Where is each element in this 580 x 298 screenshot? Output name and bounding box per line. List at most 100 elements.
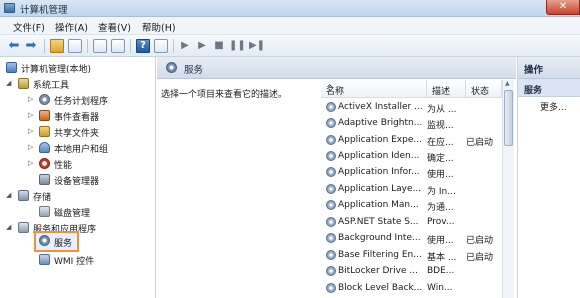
service-gear-icon [326, 217, 336, 227]
event-viewer-icon [39, 110, 50, 121]
tree-item-label: 共享文件夹 [54, 129, 100, 139]
menu-help[interactable]: 帮助(H) [142, 20, 176, 34]
service-gear-icon [326, 266, 336, 276]
collapsed-arrow-icon[interactable]: ▷ [28, 95, 36, 103]
service-row[interactable]: ASP.NET State S... Prov... [321, 214, 501, 230]
expanded-arrow-icon[interactable]: ◢ [6, 191, 14, 199]
service-row[interactable]: Application Expe... 在应... 已启动 [321, 132, 501, 148]
service-status: 已启动 [466, 138, 494, 148]
service-row[interactable]: Application Infor... 使用... [321, 164, 501, 180]
actions-section-services[interactable]: 服务 [518, 79, 580, 97]
column-header-status[interactable]: 状态 [466, 80, 502, 98]
properties-icon[interactable] [154, 39, 168, 53]
menu-file[interactable]: 文件(F) [13, 20, 45, 34]
service-name: ASP.NET State S... [338, 217, 419, 227]
more-actions-link[interactable]: 更多... [540, 100, 567, 113]
collapsed-arrow-icon[interactable]: ▷ [28, 143, 36, 151]
computer-management-icon [4, 3, 15, 13]
tree-item-label: 服务 [54, 239, 73, 249]
tree-item-label: 性能 [54, 161, 73, 171]
service-name: BitLocker Drive ... [338, 266, 418, 276]
service-row[interactable]: Block Level Back... Win... [321, 280, 501, 296]
service-description: 为通... [427, 203, 454, 213]
scrollbar-thumb[interactable] [504, 90, 513, 146]
service-name: Application Infor... [338, 167, 420, 177]
column-header-name[interactable]: 名称 ^ [321, 80, 427, 98]
service-row[interactable]: Background Inte... 使用... 已启动 [321, 230, 501, 246]
help-icon[interactable]: ? [136, 39, 150, 53]
service-row[interactable]: Application Laye... 为 In... [321, 181, 501, 197]
service-row[interactable]: Application Man... 为通... [321, 197, 501, 213]
service-name: Application Expe... [338, 135, 422, 145]
service-name: Adaptive Brightn... [338, 118, 423, 128]
toolbar-separator [44, 39, 45, 53]
expanded-arrow-icon[interactable]: ◢ [6, 223, 14, 231]
refresh-icon[interactable] [93, 39, 107, 53]
forward-arrow-icon[interactable]: ➡ [24, 39, 38, 53]
service-description: 基本 ... [427, 253, 457, 263]
collapsed-arrow-icon[interactable]: ▷ [28, 111, 36, 119]
pause-service-icon[interactable]: ❚❚ [229, 39, 246, 53]
computer-icon [6, 62, 17, 73]
actions-header: 操作 [518, 57, 580, 79]
service-name: ActiveX Installer ... [338, 102, 423, 112]
tree-item-label: 系统工具 [33, 81, 70, 91]
show-hide-tree-icon[interactable] [68, 39, 82, 53]
service-gear-icon [326, 233, 336, 243]
close-button[interactable]: ✕ [546, 0, 580, 15]
device-manager-icon [39, 174, 50, 185]
service-name: Base Filtering En... [338, 250, 422, 260]
service-description: 使用... [427, 236, 454, 246]
vertical-scrollbar[interactable]: ▲ [502, 80, 514, 298]
service-row[interactable]: ActiveX Installer ... 为从 ... [321, 99, 501, 115]
service-gear-icon [326, 250, 336, 260]
toolbar: ⬅ ➡ ? ▶ ▶ ■ ❚❚ ▶❚ [0, 35, 580, 57]
expanded-arrow-icon[interactable]: ◢ [6, 79, 14, 87]
restart-service-icon[interactable]: ▶❚ [248, 39, 266, 53]
service-description: Prov... [427, 217, 455, 227]
collapsed-arrow-icon[interactable]: ▷ [28, 127, 36, 135]
tree-item-label: 计算机管理(本地) [21, 65, 92, 75]
menu-action[interactable]: 操作(A) [55, 20, 88, 34]
tree-item-label: 磁盘管理 [54, 209, 91, 219]
toolbar-separator [87, 39, 88, 53]
service-name: Application Man... [338, 200, 419, 210]
service-name: Application Laye... [338, 184, 422, 194]
tree-item-services[interactable]: 服务 [34, 231, 79, 252]
tree-item-label: 存储 [33, 193, 52, 203]
scroll-up-icon[interactable]: ▲ [505, 80, 510, 87]
service-description: 在应... [427, 138, 454, 148]
actions-title: 操作 [524, 65, 544, 76]
clock-icon [39, 94, 50, 105]
performance-icon [39, 158, 50, 169]
service-row[interactable]: Application Iden... 确定... [321, 148, 501, 164]
column-header-desc[interactable]: 描述 [427, 80, 466, 98]
service-description: 为从 ... [427, 105, 457, 115]
export-list-icon[interactable] [111, 39, 125, 53]
back-arrow-icon[interactable]: ⬅ [7, 39, 21, 53]
up-folder-icon[interactable] [50, 39, 64, 53]
service-name: Application Iden... [338, 151, 420, 161]
service-row[interactable]: Base Filtering En... 基本 ... 已启动 [321, 247, 501, 263]
service-description: 确定... [427, 154, 454, 164]
gear-icon [39, 235, 50, 246]
service-row[interactable]: Adaptive Brightn... 监视... [321, 115, 501, 131]
description-text: 选择一个项目来查看它的描述。 [161, 90, 288, 100]
services-title: 服务 [184, 65, 204, 76]
menu-view[interactable]: 查看(V) [98, 20, 131, 34]
services-pane: 服务 选择一个项目来查看它的描述。 名称 ^ 描述 状态 ActiveX Ins… [157, 57, 516, 298]
wmi-icon [39, 254, 50, 265]
service-description: Win... [427, 283, 453, 293]
sort-ascending-icon: ^ [326, 84, 334, 94]
service-description: 监视... [427, 121, 454, 131]
stop-service-icon[interactable]: ■ [212, 39, 226, 53]
service-description: 为 In... [427, 187, 456, 197]
window-title: 计算机管理 [20, 5, 68, 16]
actions-pane: 操作 服务 更多... [517, 57, 580, 298]
start-service-icon[interactable]: ▶ [178, 39, 192, 53]
service-gear-icon [326, 283, 336, 293]
start-service-alt-icon[interactable]: ▶ [195, 39, 209, 53]
column-header-label: 状态 [471, 87, 490, 97]
collapsed-arrow-icon[interactable]: ▷ [28, 159, 36, 167]
service-row[interactable]: BitLocker Drive ... BDE... [321, 263, 501, 279]
